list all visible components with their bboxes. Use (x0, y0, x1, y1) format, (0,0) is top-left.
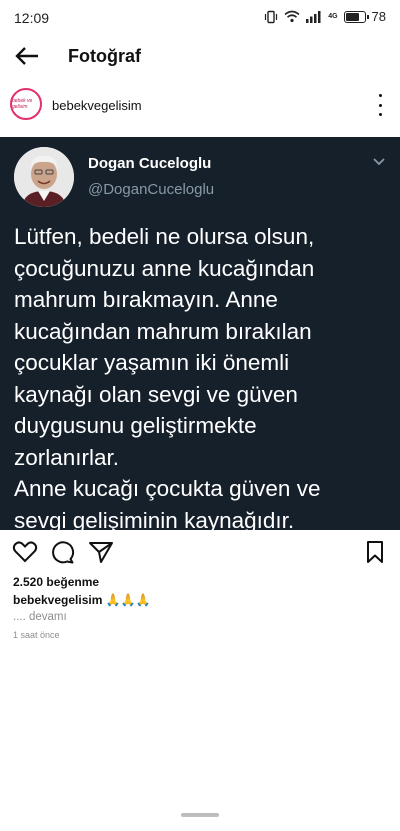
avatar[interactable]: bebek ve gelisim (10, 88, 42, 120)
battery-icon (343, 10, 369, 23)
vibrate-icon (265, 10, 278, 23)
person-portrait-icon (14, 147, 74, 207)
post-actions (0, 536, 400, 568)
tweet-line: kaynağı olan sevgi ve güven (14, 381, 298, 407)
more-link[interactable]: .... devamı (13, 611, 67, 623)
tweet-line: duygusunu geliştirmekte (14, 413, 257, 438)
tweet-line: mahrum bırakmayın. Anne (14, 287, 278, 312)
status-icons: 4G 78 (264, 9, 386, 24)
post-author-row: bebek ve gelisim bebekvegelisim (0, 84, 400, 128)
status-bar: 12:09 4G 78 (0, 0, 400, 34)
post-caption: bebekvegelisim 🙏🙏🙏 (13, 593, 151, 607)
tweet-line: Lütfen, bedeli ne olursa olsun, (14, 224, 315, 249)
tweet-text: Lütfen, bedeli ne olursa olsun, çocuğunu… (14, 221, 392, 530)
signal-icon (306, 10, 321, 23)
tweet-avatar (14, 147, 74, 207)
caption-text: 🙏🙏🙏 (105, 593, 151, 607)
wifi-icon (284, 10, 300, 23)
bookmark-icon[interactable] (362, 540, 388, 564)
tweet-line: kucağından mahrum bırakılan (14, 318, 312, 344)
avatar-logo-text: bebek ve gelisim (12, 98, 33, 110)
tweet-line: çocuğunuzu anne kucağından (14, 255, 315, 281)
tweet-line: çocuklar yaşamın iki önemli (14, 350, 290, 375)
post-username[interactable]: bebekvegelisim (52, 98, 142, 113)
caption-username[interactable]: bebekvegelisim (13, 593, 102, 607)
tweet-line: Anne kucağı çocukta güven ve (14, 476, 321, 501)
post-timestamp: 1 saat önce (13, 630, 60, 640)
battery-level: 78 (371, 9, 386, 24)
chevron-down-icon (373, 158, 385, 166)
page-title: Fotoğraf (68, 46, 141, 66)
comment-icon[interactable] (50, 540, 76, 564)
app-header: Fotoğraf (0, 34, 400, 78)
home-indicator[interactable] (181, 813, 219, 817)
share-icon[interactable] (88, 540, 114, 564)
tweet-line: sevgi gelişiminin kaynağıdır. (14, 507, 295, 531)
tweet-author-name: Dogan Cuceloglu (88, 155, 212, 172)
heart-icon[interactable] (12, 540, 38, 564)
tweet-author-handle: @DoganCuceloglu (88, 181, 215, 198)
network-type: 4G (328, 13, 338, 20)
tweet-line: zorlanırlar. (14, 444, 120, 470)
back-arrow-icon[interactable] (12, 42, 42, 70)
more-options-icon[interactable] (376, 94, 384, 116)
post-image[interactable]: Dogan Cuceloglu @DoganCuceloglu Lütfen, … (0, 137, 400, 530)
status-time: 12:09 (14, 10, 50, 26)
like-count[interactable]: 2.520 beğenme (13, 575, 99, 589)
